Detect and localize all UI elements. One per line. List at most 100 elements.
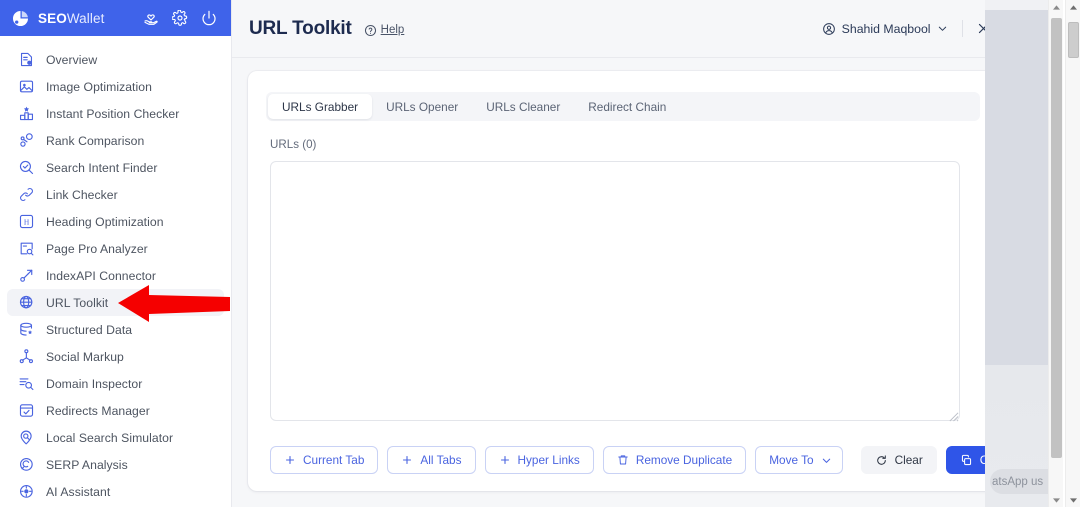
tab-urls-cleaner[interactable]: URLs Cleaner <box>472 94 574 119</box>
page-search-icon <box>20 242 34 256</box>
sidebar-item-instant-position-checker[interactable]: Instant Position Checker <box>7 100 224 127</box>
clear-button[interactable]: Clear <box>860 446 937 474</box>
tab-bar: URLs Grabber URLs Opener URLs Cleaner Re… <box>266 92 980 121</box>
background-page-shade <box>985 0 1048 507</box>
question-circle-icon <box>364 24 376 36</box>
sidebar-item-label: Page Pro Analyzer <box>46 241 148 256</box>
sidebar-item-label: Link Checker <box>46 187 118 202</box>
power-icon[interactable] <box>201 10 217 26</box>
all-tabs-button[interactable]: All Tabs <box>387 446 476 474</box>
plus-icon <box>401 454 413 466</box>
plus-icon <box>284 454 296 466</box>
sidebar-item-label: URL Toolkit <box>46 295 109 310</box>
sidebar-item-label: Structured Data <box>46 322 133 337</box>
sidebar-item-domain-inspector[interactable]: Domain Inspector <box>7 370 224 397</box>
page-title: URL Toolkit <box>249 17 352 39</box>
podium-icon <box>19 106 34 121</box>
urls-input[interactable] <box>270 161 960 421</box>
browser-scrollbar-thumb[interactable] <box>1068 22 1079 58</box>
brand-name-bold: SEO <box>38 10 67 26</box>
sidebar-item-label: Local Search Simulator <box>46 430 174 445</box>
tab-label: Redirect Chain <box>588 99 667 114</box>
tab-urls-grabber[interactable]: URLs Grabber <box>268 94 373 119</box>
url-toolkit-card: URLs Grabber URLs Opener URLs Cleaner Re… <box>248 71 1022 491</box>
domain-search-icon <box>19 378 34 391</box>
header-divider <box>961 20 963 37</box>
sidebar-header-icons <box>143 10 221 26</box>
user-menu[interactable]: Shahid Maqbool <box>822 22 948 36</box>
scroll-down-arrow-outer[interactable] <box>1066 493 1080 507</box>
heart-hand-icon[interactable] <box>143 10 159 26</box>
scroll-down-arrow-inner[interactable] <box>1049 493 1064 507</box>
urls-field-label: URLs (0) <box>270 138 317 151</box>
globe-icon <box>19 295 33 309</box>
sidebar-item-label: Social Markup <box>46 349 124 364</box>
main-panel: URL Toolkit Help Shahid Maqbool URLs Gra… <box>232 0 1048 507</box>
scroll-up-arrow-outer[interactable] <box>1066 0 1080 14</box>
sidebar: SEOWallet Overview Image Optimization In… <box>0 0 232 507</box>
sidebar-item-page-pro-analyzer[interactable]: Page Pro Analyzer <box>7 235 224 262</box>
sidebar-item-heading-optimization[interactable]: H Heading Optimization <box>7 208 224 235</box>
app-root: SEOWallet Overview Image Optimization In… <box>0 0 1080 507</box>
link-icon <box>20 187 33 202</box>
trash-icon <box>617 454 629 466</box>
sidebar-item-image-optimization[interactable]: Image Optimization <box>7 73 224 100</box>
ai-gear-icon <box>19 484 33 498</box>
inner-scrollbar-thumb[interactable] <box>1051 18 1062 458</box>
svg-text:H: H <box>24 218 30 227</box>
sidebar-item-label: Heading Optimization <box>46 214 164 229</box>
report-icon <box>20 52 33 67</box>
sidebar-item-label: Domain Inspector <box>46 376 143 391</box>
sidebar-item-label: Image Optimization <box>46 79 152 94</box>
user-name: Shahid Maqbool <box>841 21 931 36</box>
sidebar-item-label: IndexAPI Connector <box>46 268 156 283</box>
sidebar-item-indexapi-connector[interactable]: IndexAPI Connector <box>7 262 224 289</box>
sidebar-item-label: Search Intent Finder <box>46 160 158 175</box>
sidebar-item-label: AI Assistant <box>46 484 111 499</box>
sidebar-item-local-search-simulator[interactable]: Local Search Simulator <box>7 424 224 451</box>
move-to-dropdown[interactable]: Move To <box>755 446 843 474</box>
chevron-down-icon <box>938 26 946 31</box>
inner-scrollbar[interactable] <box>1048 0 1063 507</box>
button-label: Current Tab <box>303 453 365 467</box>
redirect-window-icon <box>19 404 34 417</box>
heading-h-icon: H <box>19 214 34 229</box>
image-icon <box>19 80 34 93</box>
brand-logo-group[interactable]: SEOWallet <box>11 9 104 28</box>
pie-chart-icon <box>12 10 29 26</box>
browser-scrollbar[interactable] <box>1065 0 1080 507</box>
user-circle-icon <box>822 22 835 35</box>
share-icon <box>19 349 34 364</box>
sidebar-item-rank-comparison[interactable]: Rank Comparison <box>7 127 224 154</box>
sidebar-item-label: Rank Comparison <box>46 133 145 148</box>
help-link[interactable]: Help <box>364 24 404 37</box>
copy-icon <box>960 454 973 467</box>
current-tab-button[interactable]: Current Tab <box>270 446 379 474</box>
button-label: Hyper Links <box>517 453 580 467</box>
action-button-row: Current Tab All Tabs Hyper Links Remove … <box>270 446 1022 474</box>
scroll-up-arrow-inner[interactable] <box>1049 0 1064 14</box>
gear-icon[interactable] <box>172 10 188 26</box>
tab-redirect-chain[interactable]: Redirect Chain <box>574 94 680 119</box>
hyper-links-button[interactable]: Hyper Links <box>484 446 594 474</box>
sidebar-item-search-intent-finder[interactable]: Search Intent Finder <box>7 154 224 181</box>
nodes-icon <box>20 133 33 147</box>
sidebar-item-overview[interactable]: Overview <box>7 46 224 73</box>
sidebar-item-social-markup[interactable]: Social Markup <box>7 343 224 370</box>
background-page-shade-top <box>985 0 1048 10</box>
sidebar-item-url-toolkit[interactable]: URL Toolkit <box>7 289 224 316</box>
sidebar-item-structured-data[interactable]: Structured Data <box>7 316 224 343</box>
tab-urls-opener[interactable]: URLs Opener <box>372 94 472 119</box>
sidebar-item-link-checker[interactable]: Link Checker <box>7 181 224 208</box>
tab-label: URLs Opener <box>386 99 459 114</box>
sidebar-item-redirects-manager[interactable]: Redirects Manager <box>7 397 224 424</box>
remove-duplicate-button[interactable]: Remove Duplicate <box>602 446 747 474</box>
sidebar-item-label: SERP Analysis <box>46 457 128 472</box>
tab-label: URLs Grabber <box>282 99 359 114</box>
sidebar-item-serp-analysis[interactable]: SERP Analysis <box>7 451 224 478</box>
button-label: Clear <box>894 453 923 467</box>
button-label: Move To <box>769 453 814 467</box>
whatsapp-label: atsApp us <box>992 475 1044 488</box>
button-label: All Tabs <box>420 453 462 467</box>
sidebar-item-ai-assistant[interactable]: AI Assistant <box>7 478 224 505</box>
